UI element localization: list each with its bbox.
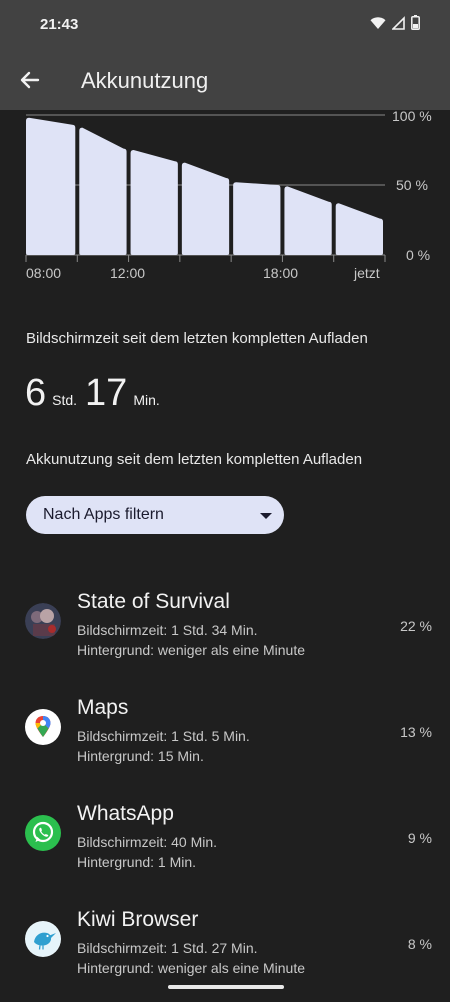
whatsapp-icon xyxy=(25,815,61,851)
chart-bar-7 xyxy=(335,203,383,255)
x-tick-label-1200: 12:00 xyxy=(110,265,145,281)
app-row-maps[interactable]: Maps Bildschirmzeit: 1 Std. 5 Min. Hinte… xyxy=(0,696,450,796)
app-name: State of Survival xyxy=(77,590,230,613)
chart-x-ticks xyxy=(25,255,386,262)
chart-bar-4 xyxy=(181,162,230,255)
app-background: Hintergrund: weniger als eine Minute xyxy=(77,642,306,658)
app-row-state-of-survival[interactable]: State of Survival Bildschirmzeit: 1 Std.… xyxy=(0,590,450,690)
app-screentime: Bildschirmzeit: 40 Min. xyxy=(77,834,218,850)
app-screentime: Bildschirmzeit: 1 Std. 27 Min. xyxy=(77,940,258,956)
app-screentime: Bildschirmzeit: 1 Std. 34 Min. xyxy=(77,622,258,638)
y-tick-label-50: 50 % xyxy=(396,177,428,193)
app-percent: 13 % xyxy=(400,724,432,740)
status-icons xyxy=(370,15,420,30)
chart-bar-3 xyxy=(130,150,178,255)
page-title: Akkunutzung xyxy=(81,68,209,93)
app-percent: 9 % xyxy=(407,830,432,846)
app-row-whatsapp[interactable]: WhatsApp Bildschirmzeit: 40 Min. Hinterg… xyxy=(0,802,450,902)
app-screentime: Bildschirmzeit: 1 Std. 5 Min. xyxy=(77,728,250,744)
y-tick-label-0: 0 % xyxy=(406,247,430,263)
dropdown-arrow-icon xyxy=(260,513,272,519)
x-tick-label-1800: 18:00 xyxy=(263,265,298,281)
app-percent: 8 % xyxy=(407,936,432,952)
screentime-title: Bildschirmzeit seit dem letzten komplett… xyxy=(26,330,368,347)
filter-dropdown[interactable]: Nach Apps filtern xyxy=(26,496,284,534)
status-time: 21:43 xyxy=(40,16,79,33)
y-tick-label-100: 100 % xyxy=(392,110,432,124)
screentime-hours-unit: Std. xyxy=(52,392,78,408)
battery-chart-svg: 100 % 50 % 0 % 08:00 12:00 18:00 jetzt xyxy=(25,110,432,281)
app-bar: Akkunutzung xyxy=(0,50,450,110)
screentime-minutes-unit: Min. xyxy=(133,392,160,408)
chart-bar-6 xyxy=(284,186,332,255)
kiwi-browser-icon xyxy=(25,921,61,957)
screentime-hours: 6 xyxy=(25,372,47,414)
filter-label: Nach Apps filtern xyxy=(43,506,164,523)
app-name: Kiwi Browser xyxy=(77,908,199,931)
screentime-value: 6 Std. 17 Min. xyxy=(25,372,168,415)
chart-bar-1 xyxy=(26,117,76,255)
wifi-icon xyxy=(370,16,386,29)
app-background: Hintergrund: 1 Min. xyxy=(77,854,197,870)
app-name: WhatsApp xyxy=(77,802,174,825)
chart-bar-5 xyxy=(233,182,281,255)
back-arrow-icon[interactable] xyxy=(16,66,44,94)
x-tick-label-jetzt: jetzt xyxy=(353,265,380,281)
app-percent: 22 % xyxy=(400,618,432,634)
status-bar: 21:43 xyxy=(0,0,450,50)
app-background: Hintergrund: weniger als eine Minute xyxy=(77,960,306,976)
maps-icon xyxy=(25,709,61,745)
chart-bars xyxy=(26,117,383,255)
cell-signal-icon xyxy=(392,15,405,30)
x-tick-label-0800: 08:00 xyxy=(26,265,61,281)
usage-title: Akkunutzung seit dem letzten kompletten … xyxy=(26,451,363,468)
navigation-handle[interactable] xyxy=(168,985,284,989)
chart-bar-2 xyxy=(79,127,127,255)
battery-icon xyxy=(411,15,420,30)
battery-chart: 100 % 50 % 0 % 08:00 12:00 18:00 jetzt xyxy=(0,110,450,290)
state-of-survival-icon xyxy=(25,603,61,639)
screentime-minutes: 17 xyxy=(85,372,128,414)
app-background: Hintergrund: 15 Min. xyxy=(77,748,204,764)
app-name: Maps xyxy=(77,696,129,719)
